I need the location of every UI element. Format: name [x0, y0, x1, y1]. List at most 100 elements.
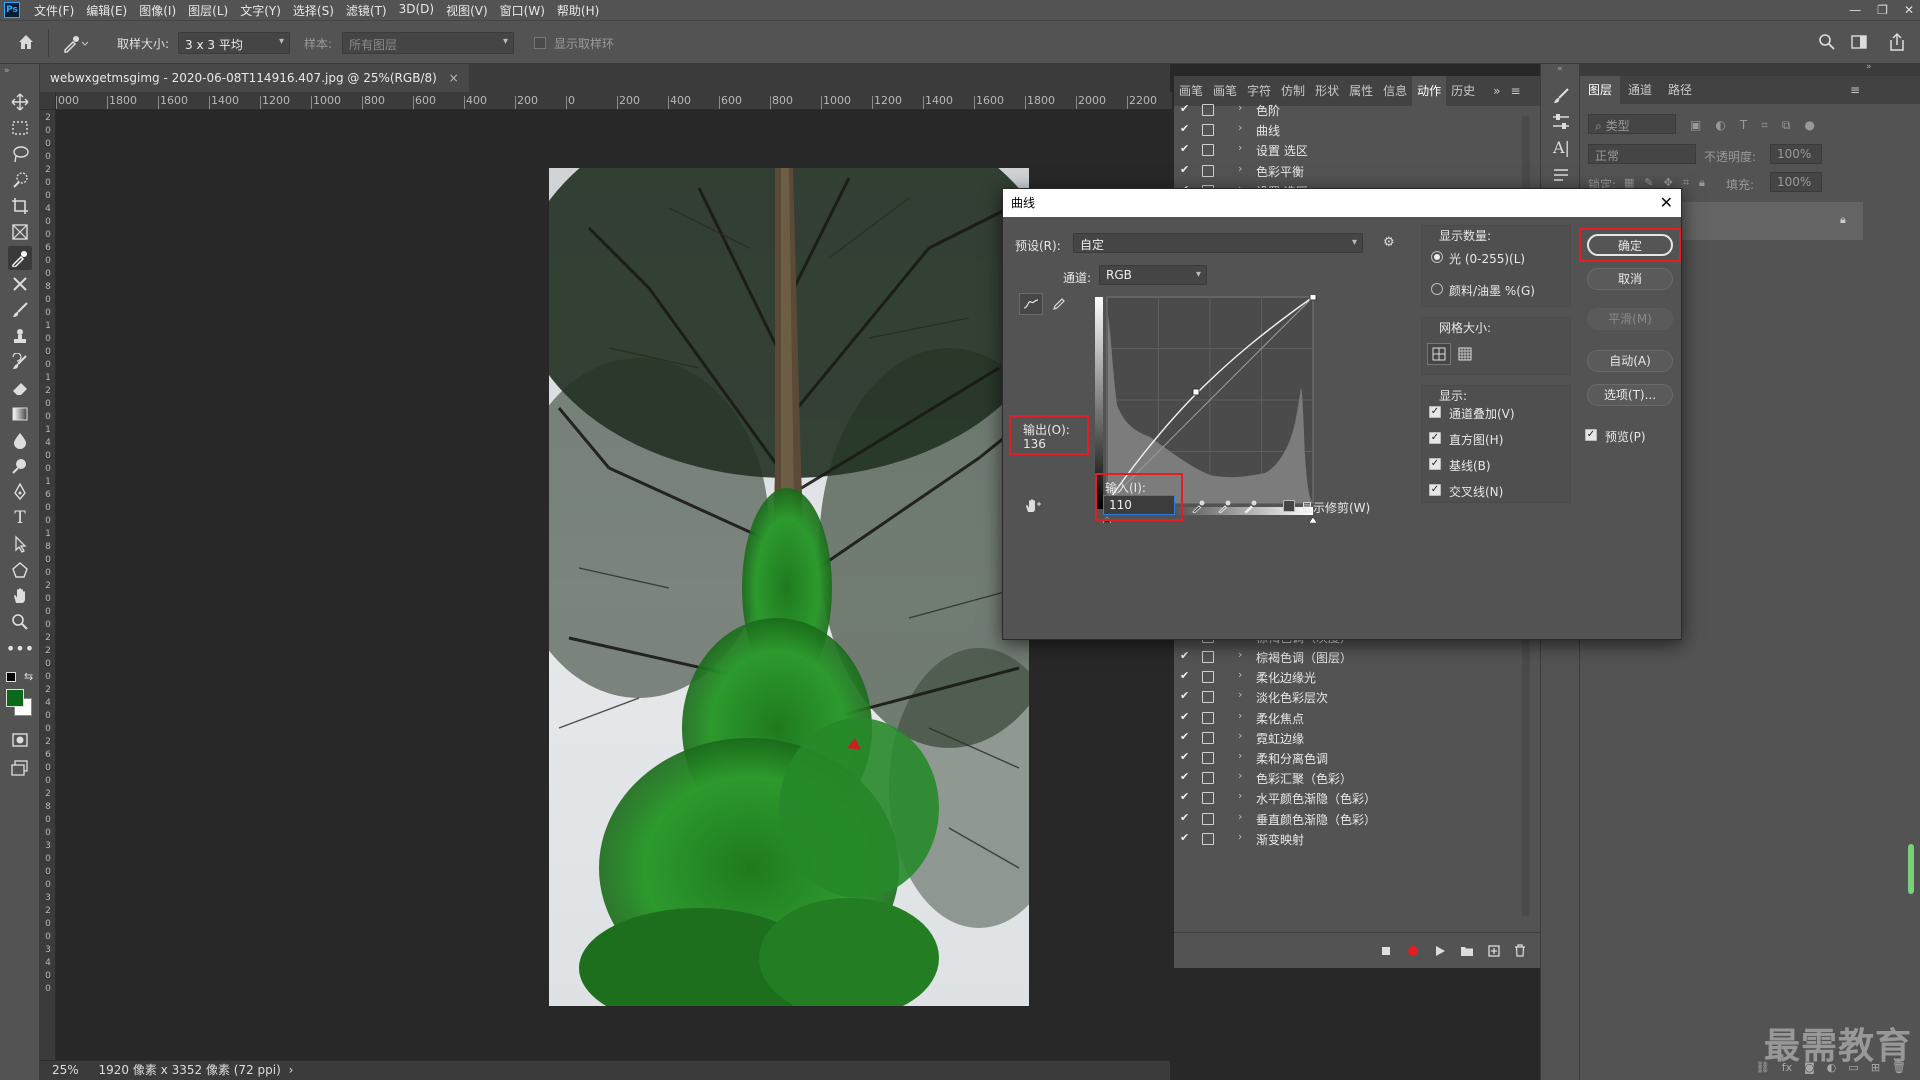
pixel-filter-icon[interactable]: ▣ [1690, 118, 1701, 133]
dialog-toggle-box[interactable] [1202, 651, 1214, 663]
adjustment-filter-icon[interactable]: ◐ [1715, 118, 1725, 133]
shape-tool-icon[interactable] [8, 558, 32, 582]
search-icon[interactable] [1818, 33, 1836, 51]
black-point-eyedropper-icon[interactable] [1187, 495, 1211, 517]
blur-tool-icon[interactable] [8, 428, 32, 452]
type-filter-icon[interactable]: T [1740, 118, 1747, 133]
adjustments-panel-icon[interactable] [1551, 112, 1571, 132]
histogram-checkbox[interactable]: ✓ [1429, 432, 1441, 444]
menu-item[interactable]: 选择(S) [287, 2, 340, 19]
panel-scrollbar[interactable] [1908, 844, 1914, 894]
dialog-toggle-box[interactable] [1202, 691, 1214, 704]
quick-mask-icon[interactable] [8, 728, 32, 752]
restore-button[interactable]: ❐ [1877, 3, 1888, 17]
options-button[interactable]: 选项(T)... [1587, 384, 1673, 406]
crop-tool-icon[interactable] [8, 194, 32, 218]
eyedropper-icon[interactable] [62, 33, 88, 53]
dialog-toggle-box[interactable] [1202, 711, 1214, 724]
opacity-field[interactable]: 100% [1770, 144, 1822, 164]
screen-mode-icon[interactable] [8, 756, 32, 780]
collapse-icon[interactable]: » [4, 66, 10, 76]
zoom-tool-icon[interactable] [8, 610, 32, 634]
menu-item[interactable]: 滤镜(T) [340, 2, 393, 19]
layer-filter-select[interactable]: ⌕ 类型 [1588, 114, 1676, 134]
input-field[interactable]: 110 [1103, 495, 1175, 515]
baseline-checkbox[interactable]: ✓ [1429, 458, 1441, 470]
action-list-item[interactable]: ✔ › 色彩平衡 [1174, 161, 1524, 181]
action-list-item[interactable]: ✔ › 渐变映射 [1174, 829, 1524, 849]
dialog-toggle-box[interactable] [1202, 752, 1214, 764]
brush-tool-icon[interactable] [8, 298, 32, 322]
healing-tool-icon[interactable] [8, 272, 32, 296]
action-list-item[interactable]: ✔ › 柔化边缘光 [1174, 667, 1524, 687]
curves-title-bar[interactable]: 曲线 ✕ [1003, 189, 1681, 217]
curve-point-tool-icon[interactable] [1019, 293, 1043, 315]
ok-button[interactable]: 确定 [1587, 234, 1673, 256]
record-icon[interactable] [1406, 944, 1420, 958]
paragraph-panel-icon[interactable] [1551, 166, 1571, 186]
detailed-grid-icon[interactable] [1453, 343, 1477, 365]
home-icon[interactable] [16, 32, 36, 52]
dodge-tool-icon[interactable] [8, 454, 32, 478]
close-button[interactable]: ✕ [1904, 3, 1914, 17]
play-icon[interactable] [1434, 945, 1446, 957]
move-tool-icon[interactable] [8, 90, 32, 114]
new-action-icon[interactable] [1488, 944, 1500, 957]
shape-filter-icon[interactable]: ⌗ [1761, 118, 1768, 133]
expand-arrow-icon[interactable]: › [1238, 789, 1242, 802]
tab-paths[interactable]: 路径 [1660, 76, 1700, 104]
character-panel-icon[interactable]: A| [1553, 138, 1570, 157]
lock-artboard-icon[interactable]: ⌗ [1683, 176, 1689, 190]
filter-toggle-icon[interactable]: ● [1805, 118, 1815, 133]
expand-arrow-icon[interactable]: › [1238, 729, 1242, 742]
panel-expand[interactable]: » [1866, 62, 1872, 72]
sample-select[interactable]: 所有图层 ▾ [342, 32, 514, 54]
swap-colors-icon[interactable]: ⇆ [24, 670, 33, 683]
expand-arrow-icon[interactable]: › [1238, 830, 1242, 843]
channel-select[interactable]: RGB ▾ [1099, 265, 1207, 285]
gradient-tool-icon[interactable] [8, 402, 32, 426]
tab-layers[interactable]: 图层 [1580, 76, 1621, 104]
check-icon[interactable]: ✔ [1180, 163, 1194, 177]
dialog-toggle-box[interactable] [1202, 164, 1214, 177]
dialog-toggle-box[interactable] [1202, 792, 1214, 805]
expand-arrow-icon[interactable]: › [1238, 749, 1242, 762]
eraser-tool-icon[interactable] [8, 376, 32, 400]
cancel-button[interactable]: 取消 [1587, 268, 1673, 290]
menu-item[interactable]: 帮助(H) [551, 2, 605, 19]
expand-arrow-icon[interactable]: › [1238, 769, 1242, 782]
menu-item[interactable]: 图像(I) [133, 2, 182, 19]
action-list-item[interactable]: ✔ › 水平颜色渐隐（色彩） [1174, 788, 1524, 808]
menu-item[interactable]: 视图(V) [440, 2, 494, 19]
layers-menu-icon[interactable]: ≡ [1845, 75, 1920, 105]
check-icon[interactable]: ✔ [1180, 770, 1194, 784]
menu-item[interactable]: 窗口(W) [494, 2, 551, 19]
check-icon[interactable]: ✔ [1180, 811, 1194, 825]
dialog-toggle-box[interactable] [1202, 104, 1214, 116]
action-list-item[interactable]: ✔ › 设置 选区 [1174, 140, 1524, 160]
type-tool-icon[interactable]: T [8, 506, 32, 530]
action-list-item[interactable]: ✔ › 色彩汇聚（色彩） [1174, 768, 1524, 788]
close-icon[interactable]: ✕ [1660, 189, 1673, 217]
hand-tool-icon[interactable] [8, 584, 32, 608]
action-list-item[interactable]: ✔ › 柔和分离色调 [1174, 748, 1524, 768]
expand-arrow-icon[interactable]: › [1238, 141, 1242, 154]
intersection-checkbox[interactable]: ✓ [1429, 484, 1441, 496]
dialog-toggle-box[interactable] [1202, 144, 1214, 157]
lasso-tool-icon[interactable] [8, 142, 32, 166]
menu-item[interactable]: 3D(D) [393, 2, 440, 19]
document-tab[interactable]: webwxgetmsgimg - 2020-06-08T114916.407.j… [40, 64, 469, 92]
smooth-button[interactable]: 平滑(M) [1587, 308, 1673, 330]
simple-grid-icon[interactable] [1427, 343, 1451, 365]
check-icon[interactable]: ✔ [1180, 730, 1194, 744]
zoom-level[interactable]: 25% [52, 1063, 79, 1077]
channel-overlays-checkbox[interactable]: ✓ [1429, 406, 1441, 418]
dialog-toggle-box[interactable] [1202, 731, 1214, 744]
check-icon[interactable]: ✔ [1180, 122, 1194, 136]
expand-arrow-icon[interactable]: › [1238, 668, 1242, 681]
check-icon[interactable]: ✔ [1180, 831, 1194, 845]
dialog-toggle-box[interactable] [1202, 812, 1214, 825]
output-value[interactable]: 136 [1023, 437, 1046, 451]
smart-filter-icon[interactable]: ⧉ [1782, 118, 1791, 133]
check-icon[interactable]: ✔ [1180, 102, 1194, 116]
